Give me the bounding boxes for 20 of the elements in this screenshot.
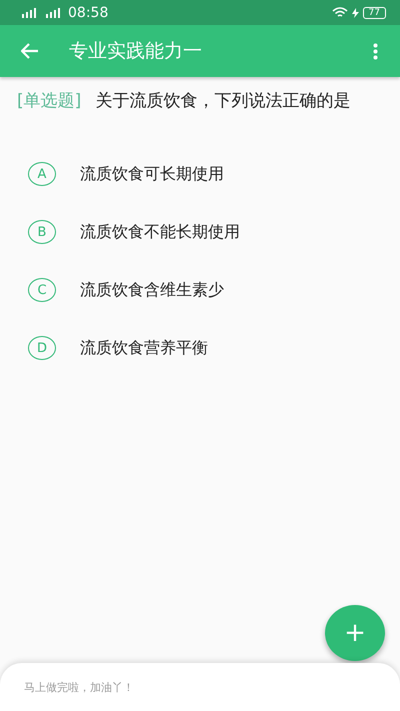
sheet-message: 马上做完啦，加油丫！ [24, 680, 134, 695]
signal-icon [22, 8, 36, 18]
option-letter[interactable]: B [28, 220, 56, 244]
option-text[interactable]: 流质饮食可长期使用 [80, 164, 224, 184]
option-text[interactable]: 流质饮食含维生素少 [80, 280, 224, 300]
question-text: [单选题] 关于流质饮食，下列说法正确的是 [16, 90, 352, 113]
more-options-icon[interactable] [373, 42, 378, 60]
battery-icon: 77 [362, 6, 386, 18]
option-text[interactable]: 流质饮食营养平衡 [80, 338, 208, 358]
signal-icon [46, 8, 60, 18]
back-arrow-icon[interactable] [21, 43, 39, 59]
option-letter[interactable]: C [28, 278, 56, 302]
add-button[interactable]: + [325, 605, 385, 661]
charging-icon [352, 8, 359, 18]
option-letter[interactable]: A [28, 162, 56, 186]
option-text[interactable]: 流质饮食不能长期使用 [80, 222, 240, 242]
status-time: 08:58 [68, 4, 108, 20]
page-title: 专业实践能力一 [69, 39, 203, 64]
option-letter[interactable]: D [28, 336, 56, 360]
wifi-icon [332, 7, 348, 18]
